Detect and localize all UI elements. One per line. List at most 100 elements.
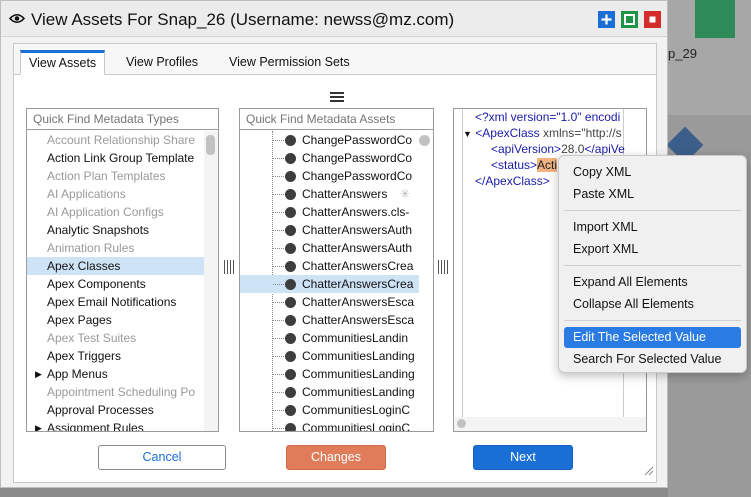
metadata-asset-item[interactable]: ChatterAnswersAuth: [240, 239, 419, 257]
metadata-asset-item[interactable]: ChangePasswordCo: [240, 149, 419, 167]
metadata-asset-label: ChatterAnswersCrea: [302, 277, 414, 291]
metadata-type-label: Approval Processes: [47, 403, 154, 417]
tab-view-profiles[interactable]: View Profiles: [118, 50, 206, 75]
tree-connector: [273, 230, 284, 231]
metadata-type-label: Analytic Snapshots: [47, 223, 150, 237]
metadata-asset-label: CommunitiesLanding: [302, 349, 415, 363]
cancel-button[interactable]: Cancel: [98, 445, 226, 470]
assets-scroll-thumb[interactable]: [419, 135, 430, 146]
metadata-type-label: Apex Test Suites: [47, 331, 137, 345]
xml-context-menu: Copy XML Paste XML Import XML Export XML Exp…: [558, 155, 747, 373]
context-menu-item[interactable]: Expand All Elements: [564, 272, 741, 293]
metadata-asset-item[interactable]: CommunitiesLanding: [240, 365, 419, 383]
asset-bullet-icon: [285, 279, 296, 290]
xml-root-attr: xmlns="http://s: [542, 126, 622, 140]
metadata-type-item[interactable]: Action Plan Templates: [27, 167, 204, 185]
metadata-asset-item[interactable]: CommunitiesLanding: [240, 347, 419, 365]
xml-apiversion-value[interactable]: 28.0: [561, 142, 584, 156]
metadata-type-label: Apex Pages: [47, 313, 112, 327]
metadata-type-item[interactable]: Animation Rules: [27, 239, 204, 257]
metadata-asset-item[interactable]: ChatterAnswersCrea: [240, 257, 419, 275]
context-menu-item[interactable]: Import XML: [564, 217, 741, 238]
context-menu-item[interactable]: Paste XML: [564, 184, 741, 205]
metadata-type-label: AI Applications: [47, 187, 126, 201]
metadata-asset-item[interactable]: ChangePasswordCo: [240, 167, 419, 185]
asset-bullet-icon: [285, 171, 296, 182]
tree-connector: [273, 428, 284, 429]
metadata-type-item[interactable]: Account Relationship Share: [27, 131, 204, 149]
tree-connector: [273, 140, 284, 141]
metadata-type-item[interactable]: AI Applications: [27, 185, 204, 203]
metadata-asset-item[interactable]: CommunitiesLanding: [240, 383, 419, 401]
background-label: p_29: [668, 46, 697, 61]
metadata-asset-item[interactable]: CommunitiesLoginC: [240, 401, 419, 419]
metadata-asset-item[interactable]: ChangePasswordCo: [240, 131, 419, 149]
context-menu-item[interactable]: Edit The Selected Value: [564, 327, 741, 348]
metadata-type-label: Action Plan Templates: [47, 169, 166, 183]
metadata-asset-item[interactable]: ChatterAnswers ✳: [240, 185, 419, 203]
expand-triangle-icon[interactable]: ▶: [35, 419, 42, 431]
resize-grip-icon[interactable]: [642, 464, 654, 476]
metadata-type-item[interactable]: Apex Components: [27, 275, 204, 293]
metadata-type-item[interactable]: Apex Email Notifications: [27, 293, 204, 311]
metadata-type-item[interactable]: Apex Classes: [27, 257, 204, 275]
asset-bullet-icon: [285, 225, 296, 236]
metadata-asset-item[interactable]: CommunitiesLandin: [240, 329, 419, 347]
splitter-handle-left[interactable]: [222, 260, 234, 274]
metadata-asset-item[interactable]: ChatterAnswersEsca: [240, 293, 419, 311]
context-menu-item[interactable]: Search For Selected Value: [564, 349, 741, 370]
loading-spinner-icon: ✳: [400, 187, 411, 201]
metadata-asset-label: CommunitiesLanding: [302, 385, 415, 399]
types-scroll-thumb[interactable]: [206, 135, 215, 155]
metadata-type-item[interactable]: Approval Processes: [27, 401, 204, 419]
types-scrollbar[interactable]: [204, 131, 218, 431]
changes-button[interactable]: Changes: [286, 445, 386, 470]
context-menu-item[interactable]: Export XML: [564, 239, 741, 260]
metadata-assets-search-input[interactable]: [240, 109, 433, 130]
tab-view-permission-sets[interactable]: View Permission Sets: [221, 50, 358, 75]
metadata-asset-label: CommunitiesLoginC: [302, 403, 411, 417]
collapse-triangle-icon[interactable]: ▼: [463, 129, 472, 139]
metadata-asset-item[interactable]: CommunitiesLoginC: [240, 419, 419, 432]
metadata-type-item[interactable]: ▶ Assignment Rules: [27, 419, 204, 431]
metadata-types-panel: Account Relationship Share Action Link Gr…: [26, 108, 219, 432]
metadata-asset-item[interactable]: ChatterAnswersCrea: [240, 275, 419, 293]
metadata-asset-label: CommunitiesLoginC: [302, 421, 411, 432]
assets-scrollbar[interactable]: [419, 131, 433, 431]
tab-view-assets[interactable]: View Assets: [20, 50, 106, 75]
context-menu-item[interactable]: Collapse All Elements: [564, 294, 741, 315]
dialog-titlebar[interactable]: View Assets For Snap_26 (Username: newss…: [1, 1, 667, 37]
metadata-type-item[interactable]: ▶ App Menus: [27, 365, 204, 383]
xml-scroll-thumb[interactable]: [457, 419, 466, 428]
metadata-asset-item[interactable]: ChatterAnswers.cls-: [240, 203, 419, 221]
metadata-type-item[interactable]: Action Link Group Template: [27, 149, 204, 167]
metadata-asset-label: ChangePasswordCo: [302, 151, 413, 165]
metadata-asset-label: ChangePasswordCo: [302, 133, 413, 147]
xml-status-value[interactable]: Acti: [537, 158, 558, 172]
metadata-type-item[interactable]: Apex Pages: [27, 311, 204, 329]
metadata-type-item[interactable]: Apex Test Suites: [27, 329, 204, 347]
restore-button[interactable]: [621, 11, 638, 28]
metadata-assets-panel: ChangePasswordCo ChangePasswordCo ChangePa…: [239, 108, 434, 432]
metadata-asset-item[interactable]: ChatterAnswersEsca: [240, 311, 419, 329]
close-button[interactable]: [644, 11, 661, 28]
metadata-type-item[interactable]: Analytic Snapshots: [27, 221, 204, 239]
splitter-handle-right[interactable]: [436, 260, 448, 274]
metadata-type-item[interactable]: AI Application Configs: [27, 203, 204, 221]
metadata-asset-label: ChatterAnswersAuth: [302, 223, 413, 237]
metadata-asset-label: CommunitiesLanding: [302, 367, 415, 381]
metadata-asset-item[interactable]: ChatterAnswersAuth: [240, 221, 419, 239]
next-button[interactable]: Next: [473, 445, 573, 470]
xml-hscrollbar[interactable]: [454, 417, 646, 431]
metadata-type-item[interactable]: Appointment Scheduling Po: [27, 383, 204, 401]
metadata-type-item[interactable]: Apex Triggers: [27, 347, 204, 365]
xml-root-close-tag: </ApexClass>: [475, 174, 550, 188]
expand-triangle-icon[interactable]: ▶: [35, 365, 42, 383]
metadata-types-search-input[interactable]: [27, 109, 218, 130]
maximize-button[interactable]: [598, 11, 615, 28]
context-menu-item[interactable]: Copy XML: [564, 162, 741, 183]
xml-status-open: <status>: [491, 158, 538, 172]
menu-icon[interactable]: [330, 92, 344, 102]
tree-connector: [273, 302, 284, 303]
asset-bullet-icon: [285, 315, 296, 326]
